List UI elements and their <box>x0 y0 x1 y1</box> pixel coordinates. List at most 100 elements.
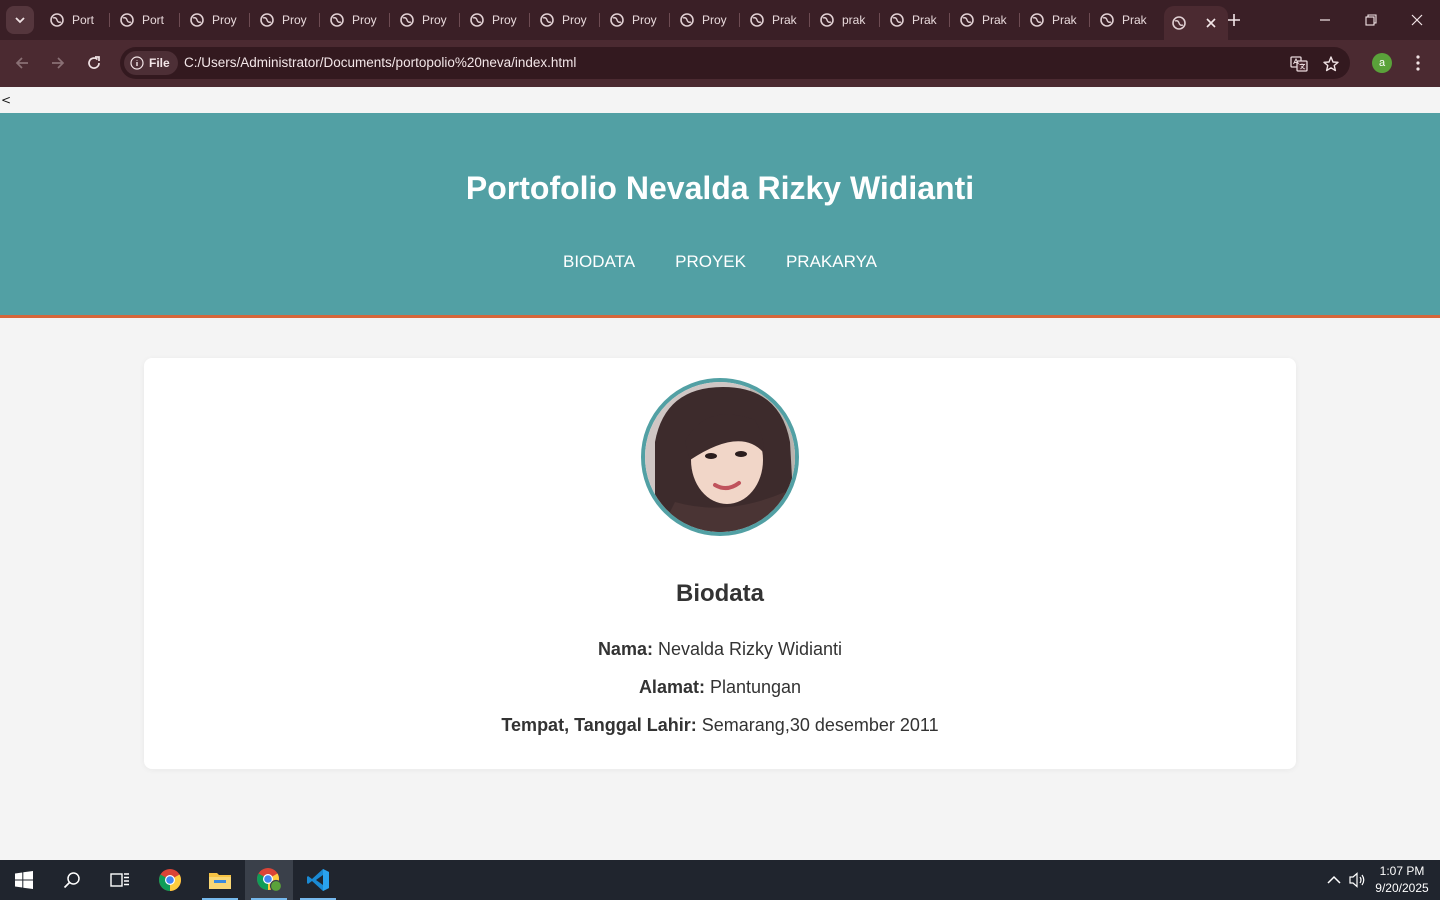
globe-icon <box>50 13 64 27</box>
tab[interactable]: Proy <box>670 0 740 40</box>
search-icon <box>63 872 80 889</box>
tab-title: Prak <box>912 13 937 27</box>
tab[interactable]: Prak <box>1020 0 1090 40</box>
minimize-icon <box>1320 19 1330 21</box>
arrow-left-icon <box>15 57 28 69</box>
tab[interactable]: Proy <box>600 0 670 40</box>
vscode-icon <box>307 869 329 891</box>
chevron-down-icon <box>15 17 25 24</box>
field-value: Nevalda Rizky Widianti <box>657 639 843 659</box>
info-icon <box>130 56 144 70</box>
clock-time: 1:07 PM <box>1379 864 1425 878</box>
close-window-button[interactable] <box>1394 0 1440 40</box>
tab-title: Prak <box>982 13 1007 27</box>
nav-link-prakarya[interactable]: PRAKARYA <box>786 252 877 272</box>
taskbar-chrome-active[interactable] <box>245 860 293 900</box>
globe-icon <box>750 13 764 27</box>
scheme-label: File <box>149 56 170 70</box>
tab-title: Proy <box>352 13 377 27</box>
tab-title: Proy <box>632 13 657 27</box>
tab-title: Proy <box>282 13 307 27</box>
taskbar: 1:07 PM 9/20/2025 <box>0 860 1440 900</box>
globe-icon <box>680 13 694 27</box>
reload-button[interactable] <box>83 52 105 74</box>
profile-photo <box>641 378 799 536</box>
globe-icon <box>610 13 624 27</box>
tab[interactable]: prak <box>810 0 880 40</box>
close-icon[interactable] <box>1204 16 1218 30</box>
tab-active[interactable] <box>1164 6 1228 40</box>
volume-icon <box>1349 872 1365 888</box>
globe-icon <box>960 13 974 27</box>
task-view-button[interactable] <box>96 860 144 900</box>
close-icon <box>1411 14 1423 26</box>
globe-icon <box>890 13 904 27</box>
taskbar-search-button[interactable] <box>48 860 96 900</box>
volume-button[interactable] <box>1346 860 1370 900</box>
more-vertical-icon <box>1416 55 1420 71</box>
field-alamat: Alamat: Plantungan <box>144 677 1296 698</box>
stray-text: < <box>1 93 12 107</box>
tab-title: Prak <box>772 13 797 27</box>
site-info-chip[interactable]: File <box>124 51 178 75</box>
globe-icon <box>470 13 484 27</box>
tab-title: Port <box>142 13 165 27</box>
globe-icon <box>820 13 834 27</box>
tab-title: prak <box>842 13 866 27</box>
nav-link-proyek[interactable]: PROYEK <box>675 252 746 272</box>
globe-icon <box>1172 16 1186 30</box>
globe-icon <box>1100 13 1114 27</box>
biodata-card: Biodata Nama: Nevalda Rizky Widianti Ala… <box>144 358 1296 769</box>
clock-date: 9/20/2025 <box>1375 881 1429 895</box>
browser-menu-button[interactable] <box>1408 52 1428 74</box>
star-icon[interactable] <box>1322 55 1340 73</box>
tab[interactable]: Proy <box>180 0 250 40</box>
tab-search-button[interactable] <box>6 6 34 34</box>
site-header: Portofolio Nevalda Rizky Widianti BIODAT… <box>0 113 1440 318</box>
globe-icon <box>190 13 204 27</box>
tab[interactable]: Proy <box>390 0 460 40</box>
reload-icon <box>88 56 100 69</box>
tab[interactable]: Proy <box>530 0 600 40</box>
show-hidden-icons-button[interactable] <box>1322 860 1346 900</box>
profile-avatar[interactable]: a <box>1372 53 1392 73</box>
field-label: Nama: <box>597 639 653 659</box>
task-view-icon <box>110 873 129 887</box>
chrome-profile-icon <box>257 868 282 893</box>
globe-icon <box>540 13 554 27</box>
tab[interactable]: Port <box>110 0 180 40</box>
taskbar-clock[interactable]: 1:07 PM 9/20/2025 <box>1368 863 1436 897</box>
new-tab-icon[interactable] <box>1224 10 1244 30</box>
tab[interactable]: Port <box>40 0 110 40</box>
tab[interactable]: Prak <box>950 0 1020 40</box>
tab[interactable]: Proy <box>320 0 390 40</box>
field-nama: Nama: Nevalda Rizky Widianti <box>144 639 1296 660</box>
back-button[interactable] <box>11 52 33 74</box>
translate-icon[interactable] <box>1290 55 1308 73</box>
start-icon <box>15 871 33 889</box>
url-text[interactable]: C:/Users/Administrator/Documents/portopo… <box>184 55 576 70</box>
minimize-button[interactable] <box>1302 0 1348 40</box>
tab[interactable]: Prak <box>1090 0 1160 40</box>
tab[interactable]: Prak <box>740 0 810 40</box>
tab-title: Port <box>72 13 95 27</box>
taskbar-file-explorer[interactable] <box>196 860 244 900</box>
forward-button[interactable] <box>47 52 69 74</box>
address-bar[interactable]: File C:/Users/Administrator/Documents/po… <box>120 47 1350 79</box>
taskbar-chrome[interactable] <box>146 860 194 900</box>
tab-title: Proy <box>492 13 517 27</box>
tab[interactable]: Prak <box>880 0 950 40</box>
tab[interactable]: Proy <box>250 0 320 40</box>
globe-icon <box>260 13 274 27</box>
restore-button[interactable] <box>1348 0 1394 40</box>
browser-toolbar: File C:/Users/Administrator/Documents/po… <box>0 40 1440 87</box>
page-viewport: < Portofolio Nevalda Rizky Widianti BIOD… <box>0 87 1440 860</box>
start-button[interactable] <box>0 860 48 900</box>
tab[interactable]: Proy <box>460 0 530 40</box>
file-explorer-icon <box>209 873 231 889</box>
nav-link-biodata[interactable]: BIODATA <box>563 252 635 272</box>
arrow-right-icon <box>52 57 65 69</box>
taskbar-vscode[interactable] <box>294 860 342 900</box>
site-nav: BIODATA PROYEK PRAKARYA <box>0 252 1440 272</box>
tab-title: Proy <box>422 13 447 27</box>
